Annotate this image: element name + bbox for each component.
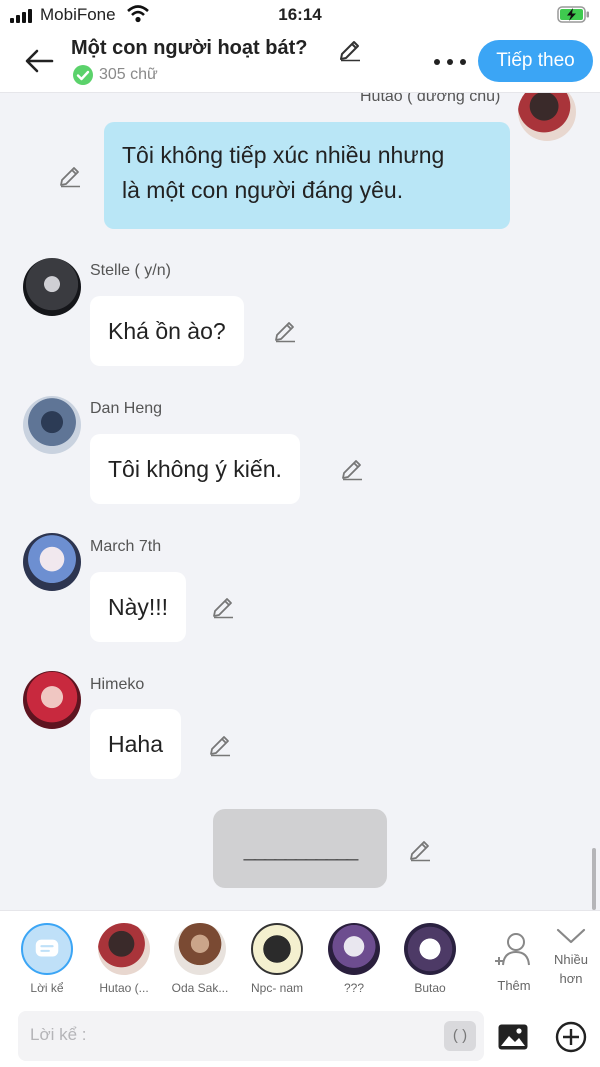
- avatar: [404, 923, 456, 975]
- character-label: Butao: [414, 981, 446, 995]
- character-label: Hutao (...: [99, 981, 149, 995]
- clock: 16:14: [278, 5, 322, 24]
- message-text: Khá ồn ào?: [108, 317, 226, 344]
- back-arrow-icon[interactable]: [22, 44, 56, 78]
- add-person-icon: [495, 933, 530, 966]
- message-bubble[interactable]: Haha: [90, 709, 181, 779]
- message-text-line: là một con người đáng yêu.: [122, 177, 404, 203]
- character-label: Lời kể: [30, 981, 64, 995]
- input-placeholder: Lời kể :: [30, 1025, 87, 1044]
- speaker-name: Hutao ( dương chủ): [360, 93, 501, 105]
- character-label: Oda Sak...: [171, 981, 229, 995]
- more-label: hơn: [559, 971, 583, 986]
- character-narrator[interactable]: Lời kể: [15, 923, 79, 995]
- character-item[interactable]: Hutao (...: [92, 923, 156, 995]
- edit-title-pencil-icon[interactable]: [338, 38, 362, 62]
- speaker-name: Himeko: [90, 676, 145, 693]
- avatar: [98, 923, 150, 975]
- message-bubble[interactable]: Tôi không ý kiến.: [90, 434, 300, 504]
- parentheses-button[interactable]: ( ): [444, 1021, 476, 1051]
- battery-charging-icon: [557, 6, 589, 23]
- speaker-name: Dan Heng: [90, 400, 163, 417]
- narrator-avatar: [21, 923, 73, 975]
- character-label: Npc- nam: [250, 981, 303, 995]
- story-title: Một con người hoạt bát?: [71, 37, 308, 59]
- add-label: Thêm: [497, 978, 531, 993]
- more-options-icon[interactable]: [432, 52, 468, 72]
- avatar: [174, 923, 226, 975]
- edit-message-pencil-icon[interactable]: [58, 164, 82, 188]
- more-characters-button[interactable]: Nhiều hơn: [547, 925, 595, 988]
- speech-bubble-icon: [35, 939, 59, 957]
- add-character-button[interactable]: Thêm: [492, 931, 536, 995]
- edit-message-pencil-icon[interactable]: [273, 319, 297, 343]
- avatar: [328, 923, 380, 975]
- story-header: Một con người hoạt bát? 305 chữ Tiếp the…: [0, 30, 600, 93]
- edit-message-pencil-icon[interactable]: [211, 595, 235, 619]
- narration-input[interactable]: Lời kể : ( ): [18, 1011, 484, 1061]
- message-text-line: Tôi không tiếp xúc nhiều nhưng: [122, 142, 445, 168]
- composer-panel: Lời kể Hutao (... Oda Sak... Npc- nam ??…: [0, 910, 600, 1067]
- avatar[interactable]: [23, 396, 81, 454]
- character-label: ???: [343, 981, 365, 995]
- image-icon[interactable]: [497, 1023, 529, 1051]
- character-item[interactable]: Npc- nam: [245, 923, 309, 995]
- edit-message-pencil-icon[interactable]: [208, 733, 232, 757]
- word-count: 305 chữ: [73, 65, 158, 85]
- scene-divider[interactable]: ___________: [213, 809, 387, 888]
- chevron-down-icon: [556, 928, 586, 944]
- plus-circle-icon[interactable]: [555, 1021, 587, 1053]
- next-button[interactable]: Tiếp theo: [478, 40, 593, 82]
- character-item[interactable]: Butao: [398, 923, 462, 995]
- message-text: Này!!!: [108, 593, 169, 620]
- message-bubble-self[interactable]: Tôi không tiếp xúc nhiều nhưng là một co…: [104, 122, 510, 229]
- scrollbar[interactable]: [592, 848, 596, 910]
- chat-area[interactable]: Hutao ( dương chủ) Tôi không tiếp xúc nh…: [0, 93, 600, 910]
- check-icon: [73, 65, 93, 85]
- avatar[interactable]: [518, 93, 576, 141]
- message-bubble[interactable]: Này!!!: [90, 572, 187, 642]
- avatar: [251, 923, 303, 975]
- speaker-name: Stelle ( y/n): [90, 262, 171, 279]
- avatar[interactable]: [23, 258, 81, 316]
- more-label: Nhiều: [554, 952, 588, 967]
- edit-message-pencil-icon[interactable]: [408, 838, 432, 862]
- status-bar: MobiFone 16:14: [0, 0, 600, 30]
- speaker-name: March 7th: [90, 538, 162, 555]
- avatar[interactable]: [23, 533, 81, 591]
- character-item[interactable]: Oda Sak...: [168, 923, 232, 995]
- character-item[interactable]: ???: [322, 923, 386, 995]
- word-count-label: 305 chữ: [99, 66, 158, 83]
- message-text: Haha: [108, 730, 163, 757]
- message-bubble[interactable]: Khá ồn ào?: [90, 296, 244, 366]
- edit-message-pencil-icon[interactable]: [340, 457, 364, 481]
- avatar[interactable]: [23, 671, 81, 729]
- message-text: Tôi không ý kiến.: [108, 455, 282, 482]
